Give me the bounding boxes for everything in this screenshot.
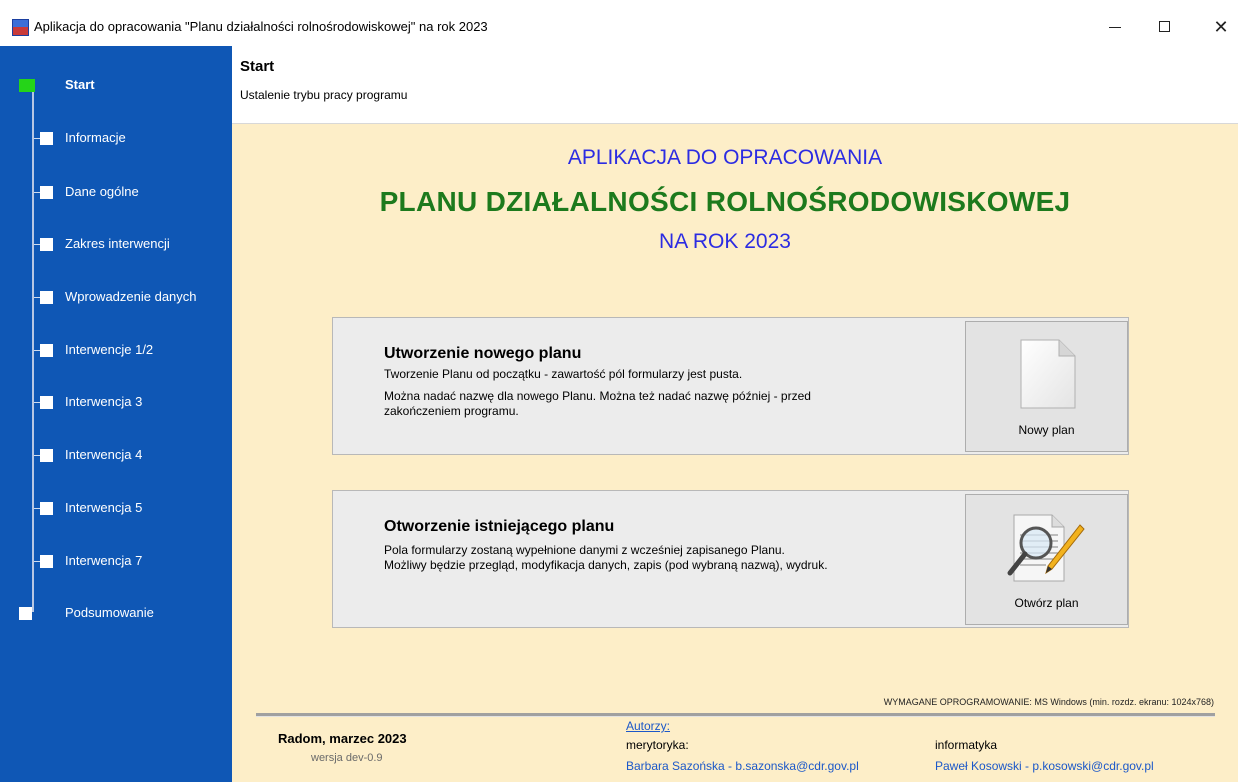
page-title: Start [240, 58, 275, 75]
step-node-icon [40, 396, 53, 409]
app-heading-line2: PLANU DZIAŁALNOŚCI ROLNOŚRODOWISKOWEJ [379, 186, 1071, 217]
close-button[interactable]: ✕ [1206, 14, 1236, 40]
sidebar-item-interwencja-7[interactable]: Interwencja 7 [0, 545, 232, 579]
step-node-icon [40, 449, 53, 462]
step-node-icon [40, 344, 53, 357]
author-merytoryka-email[interactable]: Barbara Sazońska - b.sazonska@cdr.gov.pl [626, 759, 859, 773]
open-plan-description-1: Pola formularzy zostaną wypełnione danym… [384, 543, 785, 557]
minimize-icon [1109, 27, 1121, 28]
sidebar-item-label: Interwencja 7 [65, 553, 143, 568]
sidebar-item-informacje[interactable]: Informacje [0, 122, 232, 156]
new-plan-title: Utworzenie nowego planu [384, 345, 582, 362]
open-plan-card: Otworzenie istniejącego planu Pola formu… [332, 490, 1129, 628]
close-icon: ✕ [1213, 17, 1229, 37]
app-logo-icon [12, 19, 29, 36]
author-informatyka-email[interactable]: Paweł Kosowski - p.kosowski@cdr.gov.pl [935, 759, 1154, 773]
new-plan-description-2: Można nadać nazwę dla nowego Planu. Możn… [384, 389, 811, 403]
footer-city-date: Radom, marzec 2023 [278, 731, 407, 746]
sidebar-item-label: Interwencja 3 [65, 394, 143, 409]
window-title: Aplikacja do opracowania "Planu działaln… [34, 19, 488, 34]
step-node-icon [40, 291, 53, 304]
sidebar-item-interwencje-1-2[interactable]: Interwencje 1/2 [0, 334, 232, 368]
new-plan-button-label: Nowy plan [1018, 423, 1075, 437]
sidebar-item-interwencja-5[interactable]: Interwencja 5 [0, 492, 232, 526]
sidebar-item-wprowadzenie-danych[interactable]: Wprowadzenie danych [0, 281, 232, 315]
new-plan-card: Utworzenie nowego planu Tworzenie Planu … [332, 317, 1129, 455]
sidebar-item-zakres-interwencji[interactable]: Zakres interwencji [0, 228, 232, 262]
page-header: Start Ustalenie trybu pracy programu [232, 46, 1238, 124]
sidebar-item-podsumowanie[interactable]: Podsumowanie [0, 597, 232, 631]
new-plan-description-3: zakończeniem programu. [384, 404, 519, 418]
sidebar-item-label: Wprowadzenie danych [65, 289, 197, 304]
sidebar-item-label: Zakres interwencji [65, 236, 170, 251]
step-node-icon [40, 132, 53, 145]
document-icon [1020, 339, 1076, 409]
step-node-icon [40, 555, 53, 568]
step-node-icon [40, 238, 53, 251]
sidebar-nav: Start Informacje Dane ogólne Zakres inte… [0, 46, 232, 782]
magnifier-document-icon [1007, 514, 1085, 582]
page-subtitle: Ustalenie trybu pracy programu [240, 88, 408, 102]
minimize-button[interactable] [1100, 14, 1130, 40]
step-node-icon [19, 607, 32, 620]
active-step-icon [19, 79, 35, 92]
maximize-button[interactable] [1150, 14, 1180, 40]
sidebar-item-label: Start [65, 77, 95, 92]
open-plan-description-2: Możliwy będzie przegląd, modyfikacja dan… [384, 558, 828, 572]
open-plan-button-label: Otwórz plan [1014, 596, 1079, 610]
footer-version: wersja dev-0.9 [311, 752, 383, 764]
sidebar-item-label: Podsumowanie [65, 605, 154, 620]
sidebar-item-label: Interwencja 5 [65, 500, 143, 515]
sidebar-item-label: Interwencja 4 [65, 447, 143, 462]
new-plan-description-1: Tworzenie Planu od początku - zawartość … [384, 367, 743, 381]
informatyka-label: informatyka [935, 738, 998, 752]
sidebar-item-label: Interwencje 1/2 [65, 342, 154, 357]
sidebar-item-label: Dane ogólne [65, 184, 139, 199]
step-node-icon [40, 502, 53, 515]
requirements-note: WYMAGANE OPROGRAMOWANIE: MS Windows (min… [883, 697, 1214, 707]
sidebar-item-interwencja-3[interactable]: Interwencja 3 [0, 386, 232, 420]
footer-divider-highlight [256, 716, 1215, 717]
sidebar-item-dane-ogolne[interactable]: Dane ogólne [0, 176, 232, 210]
sidebar-item-label: Informacje [65, 130, 126, 145]
sidebar-item-interwencja-4[interactable]: Interwencja 4 [0, 439, 232, 473]
authors-link[interactable]: Autorzy: [626, 719, 670, 733]
merytoryka-label: merytoryka: [626, 738, 689, 752]
app-heading-line1: APLIKACJA DO OPRACOWANIA [567, 146, 883, 169]
title-bar: Aplikacja do opracowania "Planu działaln… [0, 0, 1238, 46]
sidebar-item-start[interactable]: Start [0, 69, 232, 103]
maximize-icon [1159, 21, 1170, 32]
open-plan-title: Otworzenie istniejącego planu [384, 518, 615, 535]
app-heading-line3: NA ROK 2023 [659, 230, 791, 253]
main-content: APLIKACJA DO OPRACOWANIA PLANU DZIAŁALNO… [232, 124, 1238, 782]
open-plan-button[interactable]: Otwórz plan [965, 494, 1128, 625]
new-plan-button[interactable]: Nowy plan [965, 321, 1128, 452]
step-node-icon [40, 186, 53, 199]
